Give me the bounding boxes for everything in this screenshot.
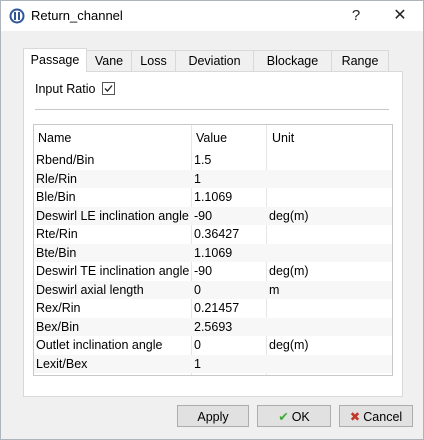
cell-name: Rbend/Bin [36,153,95,167]
table-row[interactable]: Rte/Rin 0.36427 [34,225,392,243]
tab-deviation[interactable]: Deviation [175,50,254,71]
title-bar[interactable]: Return_channel ? ✕ [1,1,423,31]
header-value: Value [196,131,228,145]
parameter-table: Name Value Unit Rbend/Bin 1.5 Rle/Rin 1 Ble/… [33,124,393,376]
cell-name: Rex/Rin [36,301,81,315]
cell-name: Deswirl LE inclination angle [36,208,189,223]
tab-range[interactable]: Range [331,50,389,71]
cell-unit: deg(m) [269,208,309,223]
help-button[interactable]: ? [341,1,371,31]
table-row[interactable]: Outlet inclination angle 0 deg(m) [34,336,392,354]
cell-value[interactable]: -90 [194,262,212,280]
table-row[interactable]: Deswirl TE inclination angle -90 deg(m) [34,262,392,280]
cell-name: Bte/Bin [36,245,77,260]
cell-name: Outlet inclination angle [36,338,163,352]
table-row[interactable]: Rbend/Bin 1.5 [34,151,392,169]
header-unit: Unit [272,131,295,145]
cancel-icon: ✖ [349,410,361,424]
cell-unit: deg(m) [269,338,309,352]
cell-value[interactable]: 1.1069 [194,188,232,206]
cell-unit: m [269,282,280,297]
table-row[interactable]: Deswirl LE inclination angle -90 deg(m) [34,206,392,225]
cell-name: Rle/Rin [36,171,77,186]
input-ratio-checkbox[interactable] [102,82,115,95]
dialog-window: Return_channel ? ✕ Passage Vane Loss Dev… [0,0,424,440]
cell-value[interactable]: -90 [194,207,212,225]
cell-name: Bex/Bin [36,319,80,334]
cell-unit: deg(m) [269,264,309,278]
tab-loss[interactable]: Loss [131,50,176,71]
table-row[interactable]: Bte/Bin 1.1069 [34,243,392,262]
header-name: Name [38,131,72,145]
cell-value[interactable]: 0.21457 [194,299,239,317]
apply-button[interactable]: Apply [177,405,249,427]
ok-label: OK [291,410,310,424]
cell-name: Ble/Bin [36,190,76,204]
close-button[interactable]: ✕ [385,1,415,31]
table-row[interactable]: Rle/Rin 1 [34,169,392,188]
cell-name: Deswirl TE inclination angle [36,264,190,278]
tab-passage[interactable]: Passage [23,48,87,72]
cell-value[interactable]: 0 [194,336,201,354]
cell-name: Rte/Rin [36,227,78,241]
cancel-button[interactable]: ✖ Cancel [339,405,413,427]
input-ratio-label: Input Ratio [35,82,96,96]
table-row[interactable]: Bex/Bin 2.5693 [34,317,392,336]
table-row[interactable]: Deswirl axial length 0 m [34,280,392,299]
tab-vane[interactable]: Vane [86,50,132,71]
apply-label: Apply [197,410,229,424]
app-logo-icon [9,8,25,24]
cell-value[interactable]: 1 [194,355,201,373]
table-header: Name Value Unit [34,125,392,151]
window-title: Return_channel [31,8,123,23]
cell-name: Lexit/Bex [36,356,88,371]
checkmark-icon [104,85,113,92]
table-row[interactable]: Ble/Bin 1.1069 [34,188,392,206]
cell-value[interactable]: 2.5693 [194,318,232,336]
tab-blockage[interactable]: Blockage [253,50,332,71]
cell-value[interactable]: 0.36427 [194,225,239,243]
table-row[interactable]: Rex/Rin 0.21457 [34,299,392,317]
cell-value[interactable]: 1 [194,170,201,188]
cell-value[interactable]: 0 [194,281,201,299]
table-row[interactable]: Lexit/Bex 1 [34,354,392,373]
cancel-label: Cancel [363,410,403,424]
cell-name: Deswirl axial length [36,282,144,297]
separator [35,109,389,110]
cell-value[interactable]: 1.1069 [194,244,232,262]
checkmark-icon: ✔ [278,410,289,424]
cell-value[interactable]: 1.5 [194,151,211,169]
ok-button[interactable]: ✔ OK [257,405,331,427]
